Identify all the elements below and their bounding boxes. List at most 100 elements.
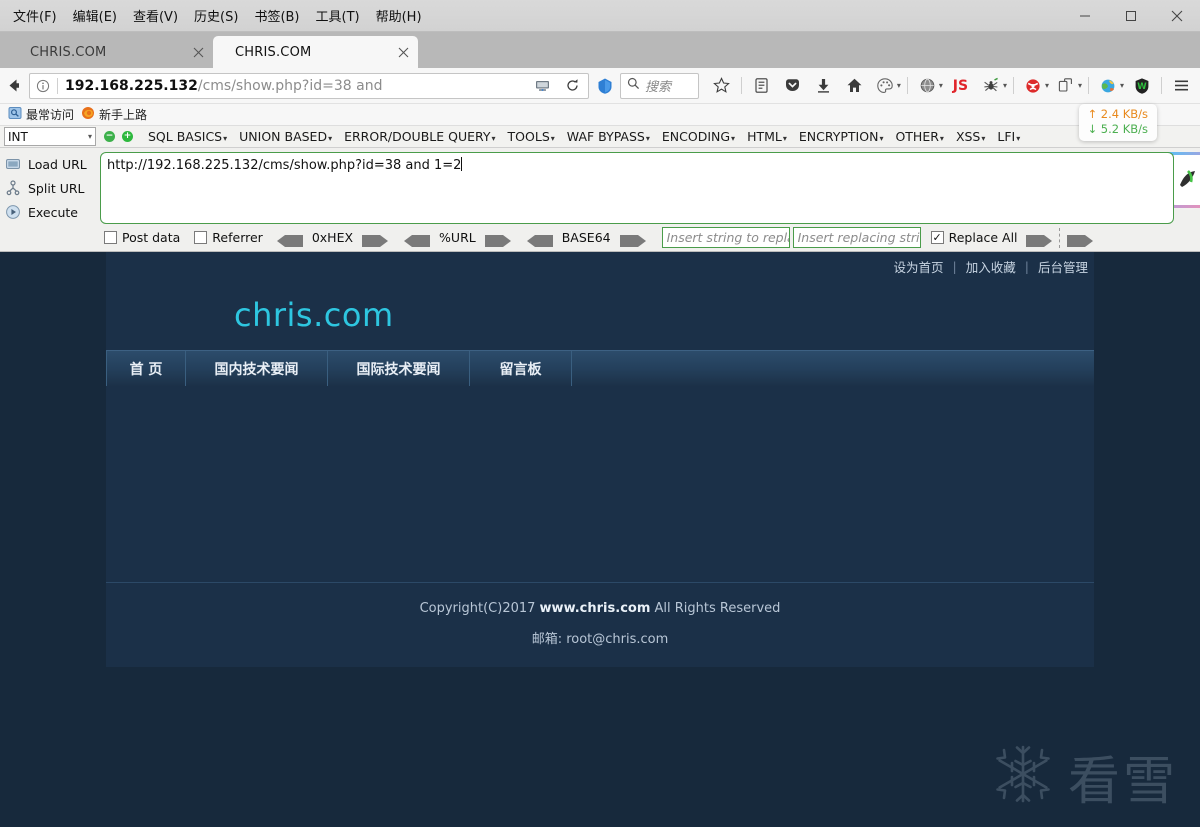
footer-site-name: www.chris.com: [539, 601, 651, 616]
hackbar-menu-union-based[interactable]: UNION BASED▾: [233, 129, 338, 144]
maximize-button[interactable]: [1108, 0, 1154, 32]
tab-2[interactable]: CHRIS.COM: [213, 36, 418, 68]
hackbar-menu-encryption[interactable]: ENCRYPTION▾: [793, 129, 890, 144]
hex-decode-button[interactable]: [276, 232, 303, 247]
home-icon[interactable]: [840, 72, 869, 100]
post-data-checkbox-box: [104, 231, 117, 244]
globe-icon[interactable]: [913, 72, 942, 100]
hackbar-menu-tools[interactable]: TOOLS▾: [502, 129, 561, 144]
bookmark-most-visited[interactable]: 最常访问: [8, 106, 74, 123]
hex-label: 0xHEX: [311, 230, 354, 245]
bookmark-most-visited-label: 最常访问: [26, 108, 75, 122]
menu-edit[interactable]: 编辑(E): [66, 2, 124, 29]
set-homepage-link[interactable]: 设为首页: [894, 257, 944, 276]
search-bar[interactable]: 搜索: [620, 72, 699, 99]
palette-icon[interactable]: [871, 72, 900, 100]
menu-bookmarks[interactable]: 书签(B): [247, 2, 306, 29]
hackbar-menu-tools-label: TOOLS: [507, 129, 550, 144]
menu-history[interactable]: 历史(S): [187, 2, 245, 29]
caret-icon: ▾: [645, 134, 650, 143]
referrer-checkbox[interactable]: Referrer: [194, 230, 263, 245]
replace-to-input[interactable]: Insert replacing string: [792, 227, 921, 248]
hackbar-toggle-icon[interactable]: [596, 73, 614, 99]
library-icon[interactable]: [747, 72, 776, 100]
tab-1[interactable]: CHRIS.COM: [8, 36, 213, 68]
tabs-icon[interactable]: [1052, 72, 1081, 100]
page-content-empty: [106, 386, 1094, 582]
execute-action[interactable]: Execute: [4, 200, 100, 224]
reload-icon[interactable]: [559, 73, 585, 99]
application-menubar: 文件(F) 编辑(E) 查看(V) 历史(S) 书签(B) 工具(T) 帮助(H…: [0, 2, 429, 29]
url-encode-button[interactable]: [484, 232, 511, 247]
window-titlebar: 文件(F) 编辑(E) 查看(V) 历史(S) 书签(B) 工具(T) 帮助(H…: [0, 0, 1200, 32]
base64-decode-button[interactable]: [526, 232, 553, 247]
hackbar-menu-union-based-label: UNION BASED: [239, 129, 328, 144]
url-decode-button[interactable]: [404, 232, 431, 247]
reader-mode-icon[interactable]: [529, 73, 555, 99]
site-logo[interactable]: chris.com: [234, 296, 394, 334]
text-cursor: [461, 157, 463, 171]
hackbar-type-select[interactable]: INT ▾: [4, 127, 96, 146]
nav-item-message-board[interactable]: 留言板: [470, 351, 572, 386]
hackbar-menu-encoding[interactable]: ENCODING▾: [656, 129, 741, 144]
add-favorite-link[interactable]: 加入收藏: [966, 257, 1016, 276]
js-icon[interactable]: JS: [946, 72, 975, 100]
hackbar-menu-html[interactable]: HTML▾: [741, 129, 793, 144]
admin-panel-link[interactable]: 后台管理: [1038, 257, 1088, 276]
footer-copyright-row: Copyright(C)2017 www.chris.com All Right…: [106, 601, 1094, 616]
menu-help[interactable]: 帮助(H): [369, 2, 429, 29]
tab-2-close-icon[interactable]: [394, 43, 412, 61]
shield-w-icon[interactable]: W: [1127, 72, 1156, 100]
menu-tools[interactable]: 工具(T): [309, 2, 367, 29]
hackbar-menu-sql-basics[interactable]: SQL BASICS▾: [142, 129, 233, 144]
search-icon: [627, 77, 640, 95]
hackbar-url-textarea[interactable]: http://192.168.225.132/cms/show.php?id=3…: [100, 152, 1174, 224]
hackbar-menu-xss[interactable]: XSS▾: [950, 129, 991, 144]
nav-item-international-tech-news[interactable]: 国际技术要闻: [328, 351, 470, 386]
back-button[interactable]: [4, 72, 25, 100]
replace-from-input[interactable]: Insert string to replace: [661, 227, 790, 248]
hackbar-menu-error-double-query-label: ERROR/DOUBLE QUERY: [344, 129, 491, 144]
remove-tab-button[interactable]: −: [104, 131, 115, 142]
hackbar-panel: ↑ 2.4 KB/s ↓ 5.2 KB/s INT ▾ − + SQL BASI…: [0, 104, 1200, 252]
hackbar-body: Load URL Split URL Execute http://192.16…: [0, 148, 1200, 224]
hackbar-menu-waf-bypass-label: WAF BYPASS: [566, 129, 645, 144]
hex-encode-button[interactable]: [362, 232, 389, 247]
replace-all-checkbox-box: [930, 231, 944, 244]
tab-1-close-icon[interactable]: [189, 43, 207, 61]
url-host: 192.168.225.132: [65, 77, 198, 94]
split-url-action[interactable]: Split URL: [4, 176, 100, 200]
options-divider: [1058, 227, 1060, 248]
hackbar-menu-error-double-query[interactable]: ERROR/DOUBLE QUERY▾: [338, 129, 501, 144]
nav-item-home[interactable]: 首 页: [106, 351, 186, 386]
hackbar-menu-html-label: HTML: [747, 129, 782, 144]
add-tab-button[interactable]: +: [122, 131, 133, 142]
menu-view[interactable]: 查看(V): [126, 2, 185, 29]
hackbar-menu-waf-bypass[interactable]: WAF BYPASS▾: [561, 129, 656, 144]
download-icon[interactable]: [809, 72, 838, 100]
red-circle-icon[interactable]: [1019, 72, 1048, 100]
load-url-action[interactable]: Load URL: [4, 152, 100, 176]
hamburger-menu-icon[interactable]: [1167, 72, 1196, 100]
base64-encode-button[interactable]: [619, 232, 646, 247]
hackbar-menu-lfi[interactable]: LFI▾: [991, 129, 1026, 144]
replace-secondary-button[interactable]: [1066, 232, 1093, 247]
nav-item-domestic-tech-news[interactable]: 国内技术要闻: [186, 351, 328, 386]
close-button[interactable]: [1154, 0, 1200, 32]
color-globe-icon[interactable]: [1094, 72, 1123, 100]
menu-file[interactable]: 文件(F): [6, 2, 64, 29]
hackbar-menu-other[interactable]: OTHER▾: [889, 129, 949, 144]
download-arrow-icon: ↓: [1087, 122, 1098, 136]
post-data-checkbox[interactable]: Post data: [104, 230, 180, 245]
bookmark-getting-started[interactable]: 新手上路: [81, 106, 147, 123]
replace-apply-button[interactable]: [1025, 232, 1052, 247]
hackbar-menu-sql-basics-label: SQL BASICS: [148, 129, 223, 144]
pocket-icon[interactable]: [778, 72, 807, 100]
star-icon[interactable]: [707, 72, 736, 100]
minimize-button[interactable]: [1062, 0, 1108, 32]
spider-icon[interactable]: [977, 72, 1006, 100]
url-bar[interactable]: 192.168.225.132/cms/show.php?id=38 and: [29, 72, 589, 99]
page-info-icon[interactable]: [33, 79, 53, 93]
replace-all-checkbox[interactable]: Replace All: [930, 230, 1018, 245]
website-container: 设为首页 | 加入收藏 | 后台管理 chris.com 首 页 国内技术要闻 …: [106, 252, 1094, 667]
